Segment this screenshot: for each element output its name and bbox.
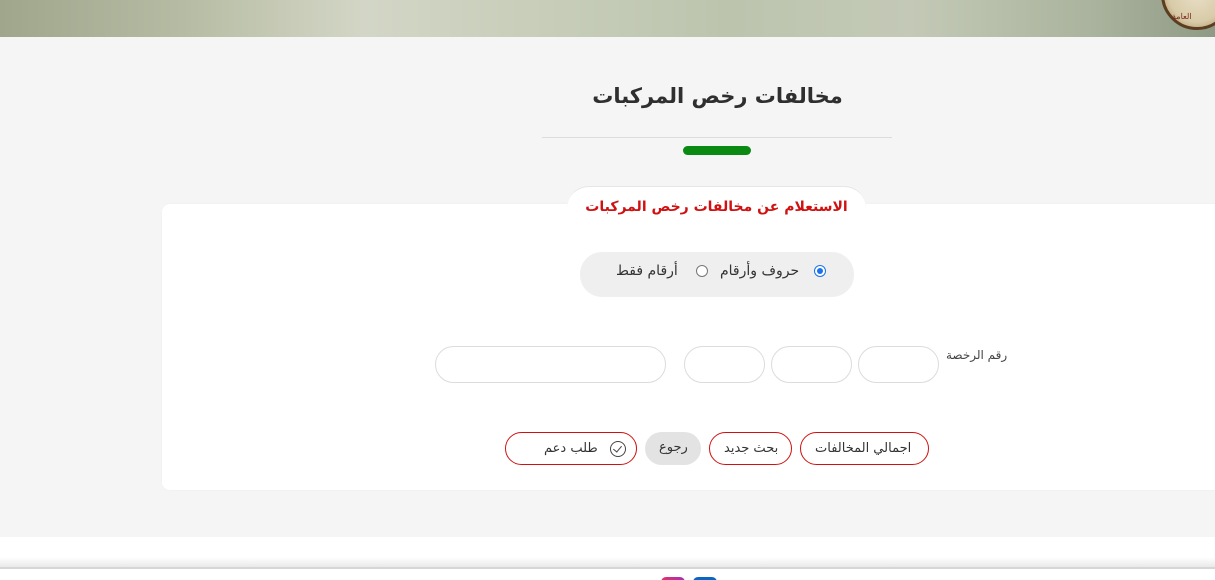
radio-label-letters-and-numbers[interactable]: حروف وأرقام — [720, 263, 799, 279]
support-request-button[interactable]: طلب دعم — [505, 432, 637, 465]
footer-divider — [0, 567, 1215, 569]
page-title: مخالفات رخص المركبات — [592, 84, 843, 108]
back-button[interactable]: رجوع — [645, 432, 701, 465]
plate-letter-3-input[interactable] — [684, 346, 765, 383]
logo-text: العامة — [1172, 12, 1192, 21]
new-search-label: بحث جديد — [724, 441, 779, 456]
plate-number-label: رقم الرخصة — [946, 348, 1008, 362]
plate-numbers-input[interactable] — [435, 346, 666, 383]
support-request-label: طلب دعم — [544, 441, 598, 456]
back-label: رجوع — [659, 440, 688, 455]
plate-letter-1-input[interactable] — [858, 346, 939, 383]
radio-letters-and-numbers[interactable] — [814, 265, 826, 277]
emblem-logo[interactable]: العامة — [1161, 0, 1215, 30]
footer-shadow — [0, 557, 1215, 567]
footer — [0, 537, 1215, 580]
check-circle-icon — [610, 441, 626, 457]
radio-label-numbers-only[interactable]: أرقام فقط — [616, 263, 678, 279]
plate-letter-2-input[interactable] — [771, 346, 852, 383]
total-violations-button[interactable]: اجمالي المخالفات — [800, 432, 929, 465]
title-divider — [542, 137, 892, 138]
total-violations-label: اجمالي المخالفات — [815, 441, 912, 456]
radio-numbers-only[interactable] — [696, 265, 708, 277]
new-search-button[interactable]: بحث جديد — [709, 432, 792, 465]
header-banner: العامة — [0, 0, 1215, 37]
title-accent-bar — [683, 146, 751, 155]
card-tab-label: الاستعلام عن مخالفات رخص المركبات — [585, 199, 848, 215]
